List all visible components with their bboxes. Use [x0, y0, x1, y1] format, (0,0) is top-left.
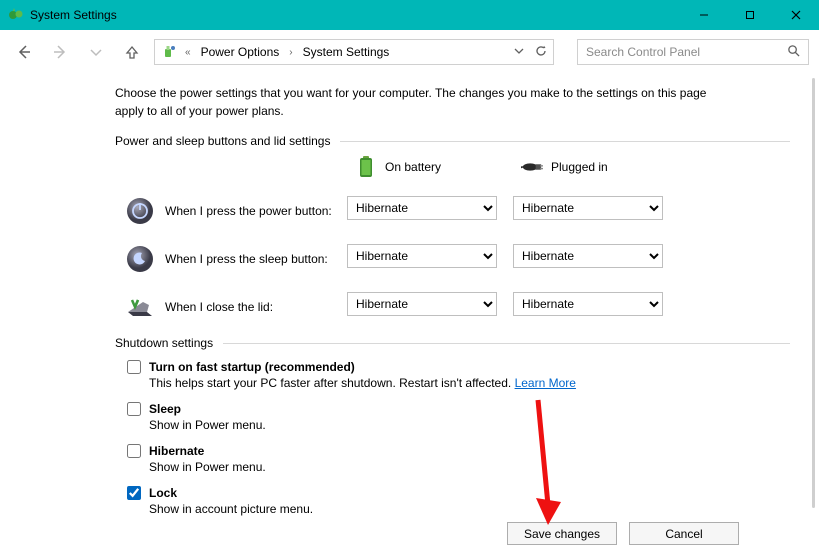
- breadcrumb-separator: ›: [287, 47, 294, 58]
- hibernate-label: Hibernate: [149, 444, 204, 458]
- fast-startup-checkbox[interactable]: [127, 360, 141, 374]
- column-on-battery: On battery: [347, 156, 513, 178]
- footer-bar: Save changes Cancel: [507, 522, 739, 545]
- search-icon: [787, 44, 800, 60]
- titlebar: System Settings: [0, 0, 819, 30]
- section-title-shutdown: Shutdown settings: [115, 336, 213, 350]
- lid-plugged-select[interactable]: Hibernate: [513, 292, 663, 316]
- power-button-icon: [125, 196, 155, 226]
- window-title: System Settings: [30, 8, 117, 22]
- section-title: Power and sleep buttons and lid settings: [115, 134, 330, 148]
- section-shutdown: Shutdown settings: [115, 336, 790, 350]
- minimize-button[interactable]: [681, 0, 727, 30]
- row-sleep-button: When I press the sleep button:: [115, 244, 347, 274]
- up-button[interactable]: [118, 38, 146, 66]
- check-sleep: Sleep Show in Power menu.: [127, 402, 790, 432]
- row-sleep-label: When I press the sleep button:: [165, 252, 328, 266]
- check-fast-startup: Turn on fast startup (recommended) This …: [127, 360, 790, 390]
- close-button[interactable]: [773, 0, 819, 30]
- row-power-label: When I press the power button:: [165, 204, 332, 218]
- lid-icon: [125, 292, 155, 322]
- breadcrumb-power-options[interactable]: Power Options: [199, 45, 282, 59]
- intro-text: Choose the power settings that you want …: [115, 84, 725, 120]
- address-bar[interactable]: « Power Options › System Settings: [154, 39, 554, 65]
- fast-startup-desc: This helps start your PC faster after sh…: [149, 376, 515, 390]
- hibernate-desc: Show in Power menu.: [149, 460, 790, 474]
- lock-checkbox[interactable]: [127, 486, 141, 500]
- row-lid-label: When I close the lid:: [165, 300, 273, 314]
- sleep-desc: Show in Power menu.: [149, 418, 790, 432]
- learn-more-link[interactable]: Learn More: [515, 376, 576, 390]
- fast-startup-label: Turn on fast startup (recommended): [149, 360, 355, 374]
- sleep-label: Sleep: [149, 402, 181, 416]
- section-rule: [340, 141, 790, 142]
- plug-icon: [521, 156, 543, 178]
- recent-dropdown-button[interactable]: [82, 38, 110, 66]
- column-label-plugged: Plugged in: [551, 160, 608, 174]
- hibernate-checkbox[interactable]: [127, 444, 141, 458]
- section-buttons-lid: Power and sleep buttons and lid settings: [115, 134, 790, 148]
- save-changes-button[interactable]: Save changes: [507, 522, 617, 545]
- power-options-icon: [161, 44, 177, 60]
- search-input[interactable]: [586, 45, 787, 59]
- lock-label: Lock: [149, 486, 177, 500]
- battery-icon: [355, 156, 377, 178]
- check-hibernate: Hibernate Show in Power menu.: [127, 444, 790, 474]
- chevron-down-icon[interactable]: [513, 45, 525, 60]
- lock-desc: Show in account picture menu.: [149, 502, 790, 516]
- column-plugged-in: Plugged in: [513, 156, 679, 178]
- vertical-scrollbar[interactable]: [812, 78, 815, 508]
- main-content: Choose the power settings that you want …: [0, 74, 790, 516]
- sleep-battery-select[interactable]: Hibernate: [347, 244, 497, 268]
- cancel-button[interactable]: Cancel: [629, 522, 739, 545]
- maximize-button[interactable]: [727, 0, 773, 30]
- power-plugged-select[interactable]: Hibernate: [513, 196, 663, 220]
- forward-button[interactable]: [46, 38, 74, 66]
- app-icon: [8, 7, 24, 23]
- section-rule: [223, 343, 790, 344]
- row-close-lid: When I close the lid:: [115, 292, 347, 322]
- check-lock: Lock Show in account picture menu.: [127, 486, 790, 516]
- sleep-button-icon: [125, 244, 155, 274]
- power-grid: On battery Plugged in When I press the p…: [115, 156, 790, 322]
- breadcrumb-system-settings[interactable]: System Settings: [301, 45, 392, 59]
- nav-row: « Power Options › System Settings: [0, 30, 819, 74]
- power-battery-select[interactable]: Hibernate: [347, 196, 497, 220]
- lid-battery-select[interactable]: Hibernate: [347, 292, 497, 316]
- column-label-battery: On battery: [385, 160, 441, 174]
- row-power-button: When I press the power button:: [115, 196, 347, 226]
- breadcrumb-prefix: «: [183, 47, 193, 58]
- back-button[interactable]: [10, 38, 38, 66]
- shutdown-checklist: Turn on fast startup (recommended) This …: [127, 360, 790, 516]
- sleep-plugged-select[interactable]: Hibernate: [513, 244, 663, 268]
- refresh-icon[interactable]: [535, 45, 547, 60]
- sleep-checkbox[interactable]: [127, 402, 141, 416]
- search-box[interactable]: [577, 39, 809, 65]
